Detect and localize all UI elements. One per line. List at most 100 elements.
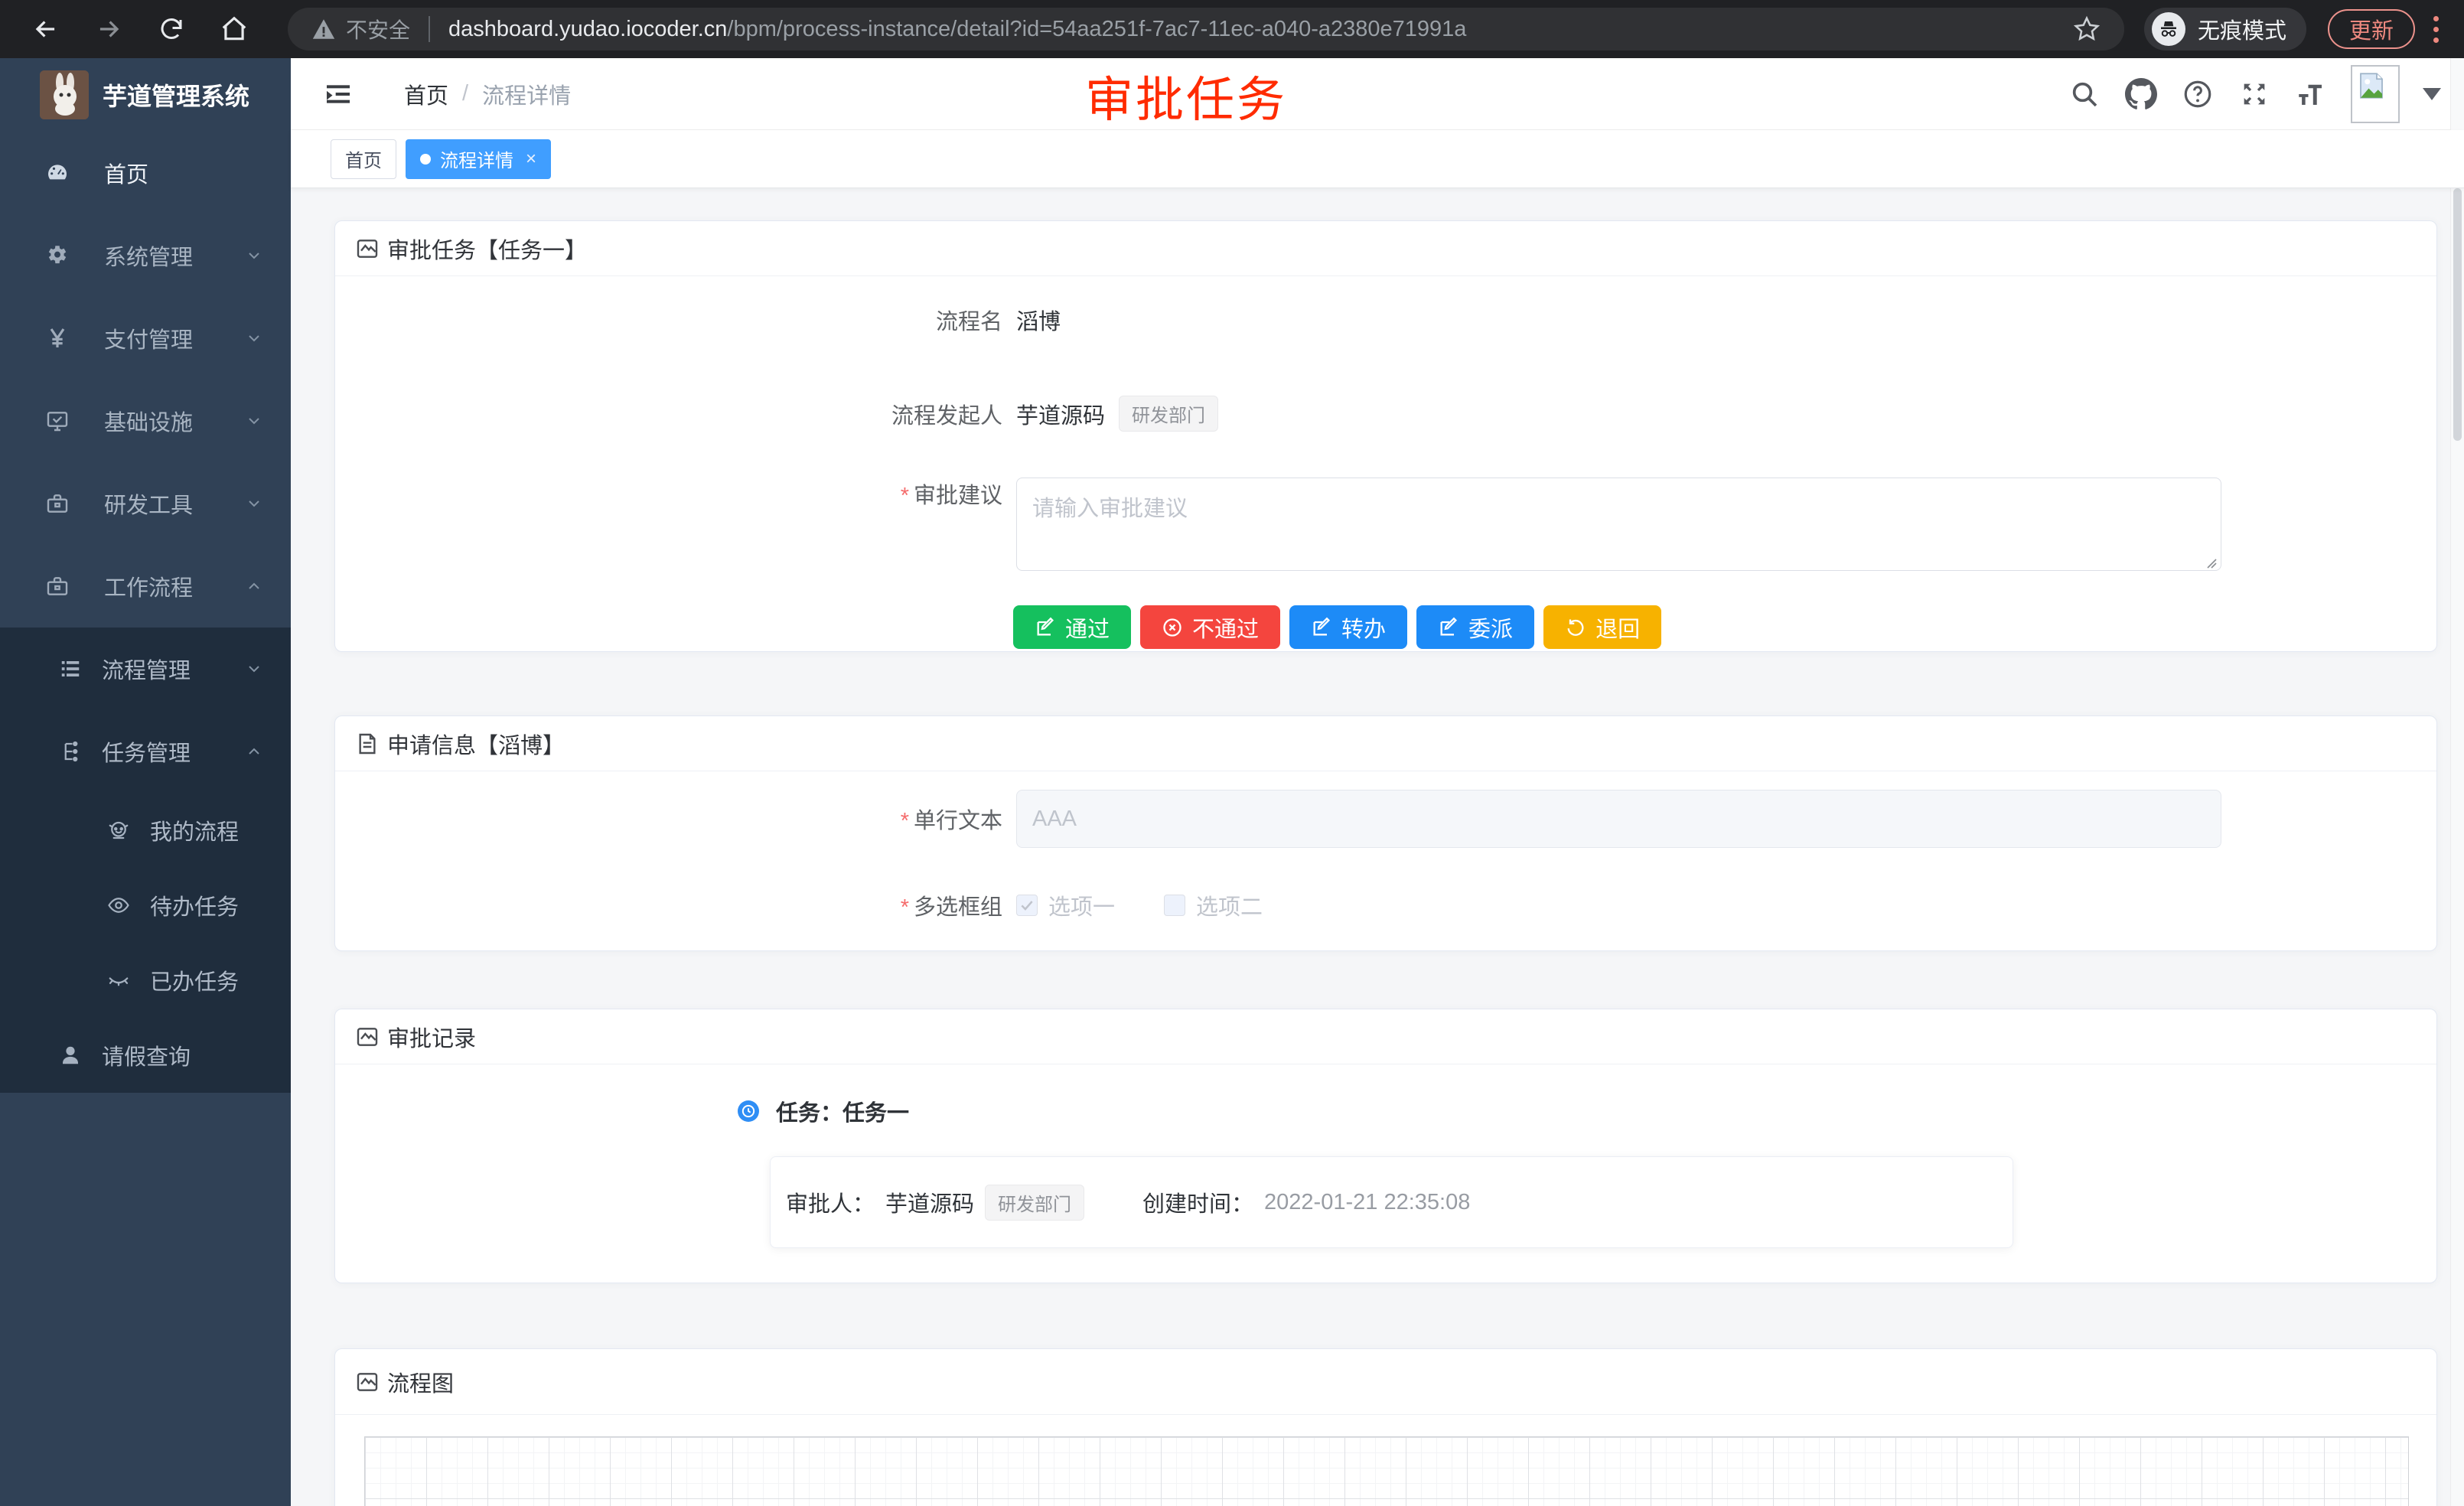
single-text-row: *单行文本 AAA	[335, 790, 2436, 848]
clock-icon	[738, 1100, 759, 1122]
breadcrumb-home[interactable]: 首页	[404, 78, 448, 110]
omnibox-divider	[429, 16, 430, 42]
sidebar-item-my-process[interactable]: 我的流程	[0, 793, 291, 868]
sidebar-collapse-icon[interactable]	[323, 79, 354, 109]
sidebar-item-home[interactable]: 首页	[0, 132, 291, 214]
avatar-caret-icon[interactable]	[2423, 88, 2441, 100]
checkbox-option-2[interactable]: 选项二	[1164, 889, 1263, 921]
sidebar-item-done-tasks[interactable]: 已办任务	[0, 943, 291, 1018]
card-header: 流程图	[335, 1349, 2436, 1415]
browser-forward-icon[interactable]	[92, 12, 125, 46]
security-label: 不安全	[346, 14, 410, 44]
yen-icon	[44, 326, 70, 350]
department-tag: 研发部门	[1119, 396, 1218, 432]
app-logo-row[interactable]: 芋道管理系统	[0, 58, 291, 132]
sidebar-item-label: 系统管理	[104, 240, 245, 272]
help-icon[interactable]	[2181, 77, 2215, 111]
button-label: 转办	[1341, 611, 1386, 644]
monitor-icon	[44, 409, 70, 433]
tab-label: 首页	[345, 145, 382, 172]
bpmn-canvas[interactable]	[364, 1436, 2409, 1506]
chevron-down-icon	[245, 246, 263, 265]
checkbox-option-1[interactable]: 选项一	[1016, 889, 1115, 921]
approval-buttons: 通过 不通过 转办 委派 退回	[1013, 605, 2436, 649]
process-name-label: 流程名	[335, 304, 1016, 336]
gear-icon	[44, 243, 70, 268]
address-bar[interactable]: 不安全 dashboard.yudao.iocoder.cn/bpm/proce…	[288, 8, 2124, 51]
sidebar-item-dev-tools[interactable]: 研发工具	[0, 462, 291, 545]
workflow-submenu: 流程管理 任务管理 我的流程 待办任务	[0, 628, 291, 1093]
checkbox-label: 选项二	[1196, 889, 1263, 921]
record-time: 创建时间： 2022-01-21 22:35:08	[1142, 1186, 1470, 1218]
toolbox-icon	[44, 574, 70, 598]
sidebar-item-system[interactable]: 系统管理	[0, 214, 291, 297]
card-title: 审批任务【任务一】	[387, 233, 587, 265]
process-name-row: 流程名 滔博	[335, 304, 2436, 336]
tab-process-detail[interactable]: 流程详情 ×	[406, 139, 551, 179]
document-icon	[355, 732, 380, 756]
checkbox-label: 选项一	[1048, 889, 1115, 921]
chevron-down-icon	[245, 494, 263, 513]
page-scrollbar[interactable]	[2450, 58, 2464, 1506]
sidebar-item-infrastructure[interactable]: 基础设施	[0, 380, 291, 462]
avatar-broken-image[interactable]	[2351, 65, 2400, 123]
initiator-row: 流程发起人 芋道源码 研发部门	[335, 396, 2436, 432]
tab-home[interactable]: 首页	[331, 139, 396, 179]
record-detail-card: 审批人： 芋道源码 研发部门 创建时间： 2022-01-21 22:35:08	[770, 1156, 2013, 1248]
advice-textarea[interactable]	[1016, 478, 2221, 571]
search-icon[interactable]	[2068, 77, 2101, 111]
timeline-task-row: 任务：任务一	[738, 1095, 2436, 1127]
single-text-input[interactable]: AAA	[1016, 790, 2221, 848]
transfer-button[interactable]: 转办	[1289, 605, 1407, 649]
sidebar-item-payment[interactable]: 支付管理	[0, 297, 291, 380]
font-size-icon[interactable]	[2294, 77, 2328, 111]
card-title: 申请信息【滔博】	[387, 728, 565, 760]
page-content: 审批任务【任务一】 流程名 滔博 流程发起人 芋道源码 研发部门 *审批建议	[291, 188, 2464, 1506]
approver-label: 审批人：	[786, 1186, 875, 1218]
approver-name: 芋道源码	[885, 1186, 974, 1218]
button-label: 委派	[1468, 611, 1513, 644]
chevron-up-icon	[245, 742, 263, 761]
bookmark-star-icon[interactable]	[2072, 15, 2101, 44]
input-value: AAA	[1032, 807, 1077, 832]
sidebar-item-label: 研发工具	[104, 487, 245, 520]
approve-button[interactable]: 通过	[1013, 605, 1131, 649]
create-time-label: 创建时间：	[1142, 1186, 1253, 1218]
browser-home-icon[interactable]	[217, 12, 251, 46]
department-tag: 研发部门	[985, 1185, 1084, 1221]
sidebar-item-label: 任务管理	[102, 735, 245, 768]
scrollbar-thumb[interactable]	[2453, 188, 2462, 441]
checkbox-checked-icon	[1016, 895, 1038, 916]
initiator-label: 流程发起人	[335, 398, 1016, 430]
advice-row: *审批建议	[335, 478, 2436, 575]
browser-menu-icon[interactable]	[2433, 16, 2439, 43]
process-name-value: 滔博	[1016, 304, 1061, 336]
delegate-button[interactable]: 委派	[1416, 605, 1534, 649]
app-title: 芋道管理系统	[103, 77, 249, 112]
sidebar-item-label: 待办任务	[150, 889, 263, 921]
sidebar-item-leave-query[interactable]: 请假查询	[0, 1018, 291, 1093]
tab-close-icon[interactable]: ×	[526, 148, 536, 170]
sidebar-item-process-mgmt[interactable]: 流程管理	[0, 628, 291, 710]
sidebar-item-todo-tasks[interactable]: 待办任务	[0, 868, 291, 943]
resize-grip-icon[interactable]	[2205, 556, 2217, 569]
browser-update-button[interactable]: 更新	[2328, 9, 2415, 49]
sidebar-item-task-mgmt[interactable]: 任务管理	[0, 710, 291, 793]
github-icon[interactable]	[2124, 77, 2158, 111]
dashboard-icon	[44, 161, 70, 185]
tab-bar: 首页 流程详情 ×	[291, 130, 2464, 188]
breadcrumb: 首页 / 流程详情	[404, 78, 571, 110]
browser-reload-icon[interactable]	[155, 12, 188, 46]
eye-closed-icon	[106, 969, 132, 992]
reject-button[interactable]: 不通过	[1140, 605, 1280, 649]
sidebar-item-label: 首页	[104, 157, 263, 189]
annotation-overlay: 审批任务	[1085, 61, 1287, 131]
return-button[interactable]: 退回	[1543, 605, 1661, 649]
robot-face-icon	[106, 819, 132, 842]
sidebar-item-workflow[interactable]: 工作流程	[0, 545, 291, 628]
approval-task-card: 审批任务【任务一】 流程名 滔博 流程发起人 芋道源码 研发部门 *审批建议	[334, 220, 2437, 652]
fullscreen-icon[interactable]	[2237, 77, 2271, 111]
picture-icon	[355, 1025, 380, 1049]
picture-icon	[355, 236, 380, 261]
browser-back-icon[interactable]	[29, 12, 63, 46]
